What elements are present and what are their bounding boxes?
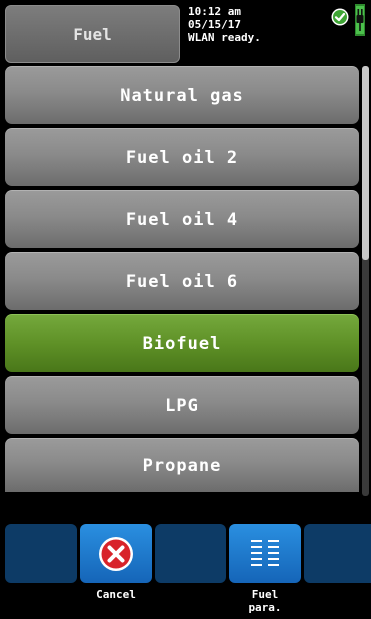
scrollbar-thumb[interactable]	[362, 66, 369, 260]
plug-icon	[355, 4, 365, 36]
fuel-item-label: Fuel oil 2	[125, 147, 239, 168]
fuel-list: Natural gas Fuel oil 2 Fuel oil 4 Fuel o…	[5, 66, 359, 496]
fuel-item-label: Fuel oil 6	[125, 271, 239, 292]
fuel-parameters-button[interactable]	[229, 524, 301, 583]
fuel-item-label: Biofuel	[142, 333, 222, 354]
cancel-label: Cancel	[96, 588, 136, 601]
fuel-item-biofuel[interactable]: Biofuel	[5, 314, 359, 372]
status-wlan: WLAN ready.	[188, 31, 261, 44]
fuel-item-natural-gas[interactable]: Natural gas	[5, 66, 359, 124]
fuel-item-fuel-oil-6[interactable]: Fuel oil 6	[5, 252, 359, 310]
fuel-item-label: Natural gas	[120, 85, 244, 106]
fuel-para-label: Fuel para.	[248, 588, 282, 614]
toolbar-slot-3[interactable]	[155, 524, 226, 583]
toolbar-slot-5[interactable]	[304, 524, 371, 583]
list-scrollbar[interactable]	[362, 66, 369, 496]
fuel-item-fuel-oil-4[interactable]: Fuel oil 4	[5, 190, 359, 248]
cancel-button[interactable]	[80, 524, 152, 583]
page-title: Fuel	[5, 5, 180, 63]
fuel-item-lpg[interactable]: LPG	[5, 376, 359, 434]
page-title-label: Fuel	[73, 24, 112, 44]
status-time: 10:12 am	[188, 5, 241, 18]
check-circle-icon	[331, 8, 349, 26]
status-info: 10:12 am 05/15/17 WLAN ready.	[188, 5, 261, 44]
toolbar-slot-1[interactable]	[5, 524, 77, 583]
fuel-item-label: Propane	[142, 455, 222, 476]
fuel-item-propane[interactable]: Propane	[5, 438, 359, 492]
fuel-item-label: Fuel oil 4	[125, 209, 239, 230]
fuel-item-label: LPG	[165, 395, 199, 416]
list-lines-icon	[251, 539, 279, 566]
fuel-item-fuel-oil-2[interactable]: Fuel oil 2	[5, 128, 359, 186]
status-date: 05/15/17	[188, 18, 241, 31]
x-circle-icon	[99, 536, 133, 571]
